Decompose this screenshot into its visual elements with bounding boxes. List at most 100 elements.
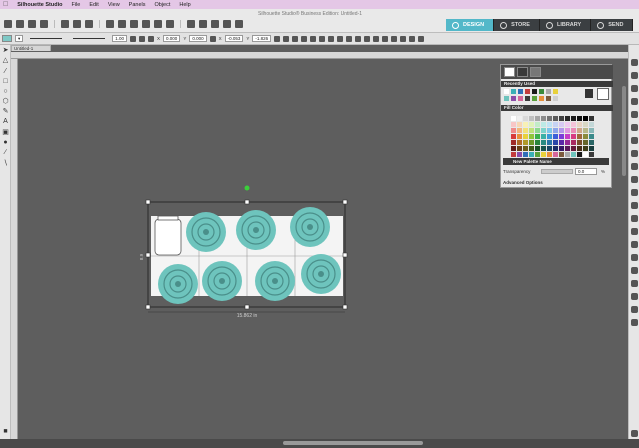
color-swatch[interactable] xyxy=(535,140,540,145)
close-icon[interactable] xyxy=(418,35,425,42)
fill-pattern-tab[interactable] xyxy=(530,67,541,77)
color-swatch[interactable] xyxy=(571,152,576,157)
knife-tool-icon[interactable]: ∕ xyxy=(2,149,9,156)
color-swatch[interactable] xyxy=(547,116,552,121)
color-swatch[interactable] xyxy=(517,116,522,121)
color-swatch[interactable] xyxy=(571,134,576,139)
point-edit-icon[interactable]: △ xyxy=(2,57,9,64)
color-swatch[interactable] xyxy=(529,134,534,139)
color-swatch[interactable] xyxy=(571,122,576,127)
print-icon[interactable] xyxy=(40,20,48,28)
color-swatch[interactable] xyxy=(529,116,534,121)
y-offset-input[interactable]: -1.826 xyxy=(252,35,272,42)
replicate-panel-icon[interactable] xyxy=(631,150,638,157)
lock-aspect-icon[interactable] xyxy=(274,35,281,42)
color-swatch[interactable] xyxy=(504,89,509,94)
zoom-out-icon[interactable] xyxy=(199,20,207,28)
eraser-tool-icon[interactable]: ● xyxy=(2,139,9,146)
tab-design[interactable]: DESIGN xyxy=(446,19,495,31)
color-swatch[interactable] xyxy=(539,89,544,94)
polygon-tool-icon[interactable]: ⬡ xyxy=(2,98,9,105)
copy-icon[interactable] xyxy=(73,20,81,28)
tab-send[interactable]: SEND xyxy=(591,19,634,31)
vertical-scrollbar[interactable] xyxy=(622,86,626,176)
pan-icon[interactable] xyxy=(223,20,231,28)
color-swatch[interactable] xyxy=(589,152,594,157)
delete-icon[interactable] xyxy=(166,20,174,28)
color-swatch[interactable] xyxy=(511,128,516,133)
color-swatch[interactable] xyxy=(553,146,558,151)
color-swatch[interactable] xyxy=(532,96,537,101)
new-file-icon[interactable] xyxy=(4,20,12,28)
weld-icon[interactable] xyxy=(319,35,326,42)
layers-panel-icon[interactable] xyxy=(631,202,638,209)
rolled-flower-6[interactable] xyxy=(254,260,296,302)
transform-icon[interactable] xyxy=(148,35,155,42)
color-swatch[interactable] xyxy=(511,134,516,139)
jar-lid-shape[interactable] xyxy=(157,215,179,221)
arrange-front-icon[interactable] xyxy=(301,35,308,42)
jar-shape[interactable] xyxy=(154,218,182,256)
color-swatch[interactable] xyxy=(583,128,588,133)
ungroup-icon[interactable] xyxy=(142,20,150,28)
transparency-input[interactable]: 0.0 xyxy=(575,168,597,175)
color-swatch[interactable] xyxy=(523,122,528,127)
page-setup-icon[interactable] xyxy=(631,59,638,66)
color-swatch[interactable] xyxy=(547,152,552,157)
color-swatch[interactable] xyxy=(571,146,576,151)
text-tool-icon[interactable]: A xyxy=(2,118,9,125)
app-menu[interactable]: Silhouette Studio xyxy=(17,2,62,8)
color-swatch[interactable] xyxy=(529,140,534,145)
color-swatch[interactable] xyxy=(517,122,522,127)
color-swatch[interactable] xyxy=(529,152,534,157)
color-swatch[interactable] xyxy=(571,128,576,133)
color-swatch[interactable] xyxy=(523,116,528,121)
color-swatch[interactable] xyxy=(511,140,516,145)
compound-path-icon[interactable] xyxy=(364,35,371,42)
color-swatch[interactable] xyxy=(547,140,552,145)
line-weight-input[interactable]: 1.00 xyxy=(112,35,128,42)
horizontal-scrollbar[interactable] xyxy=(283,441,423,445)
color-swatch[interactable] xyxy=(559,134,564,139)
color-swatch[interactable] xyxy=(511,116,516,121)
color-swatch[interactable] xyxy=(523,152,528,157)
color-swatch[interactable] xyxy=(541,134,546,139)
color-swatch[interactable] xyxy=(546,96,551,101)
rolled-flower-2[interactable] xyxy=(235,209,277,251)
color-swatch[interactable] xyxy=(553,116,558,121)
color-swatch[interactable] xyxy=(541,140,546,145)
color-swatch[interactable] xyxy=(541,152,546,157)
x-position-input[interactable]: 0.000 xyxy=(163,35,181,42)
color-swatch[interactable] xyxy=(529,122,534,127)
color-swatch[interactable] xyxy=(565,134,570,139)
color-swatch[interactable] xyxy=(517,134,522,139)
color-swatch[interactable] xyxy=(523,134,528,139)
save-icon[interactable] xyxy=(28,20,36,28)
cut-icon[interactable] xyxy=(61,20,69,28)
color-swatch[interactable] xyxy=(577,152,582,157)
line-style-sample[interactable] xyxy=(30,38,63,39)
color-swatch[interactable] xyxy=(571,140,576,145)
color-swatch[interactable] xyxy=(565,152,570,157)
offset-panel-icon[interactable] xyxy=(631,176,638,183)
rolled-flower-5[interactable] xyxy=(201,260,243,302)
bottom-tool-icon[interactable]: ■ xyxy=(2,428,9,435)
color-swatch[interactable] xyxy=(577,140,582,145)
eyedropper-icon[interactable] xyxy=(585,89,593,98)
color-swatch[interactable] xyxy=(541,146,546,151)
color-swatch[interactable] xyxy=(553,152,558,157)
color-swatch[interactable] xyxy=(525,89,530,94)
align-icon[interactable] xyxy=(130,35,137,42)
color-swatch[interactable] xyxy=(535,152,540,157)
color-swatch[interactable] xyxy=(511,122,516,127)
tab-library[interactable]: LIBRARY xyxy=(539,19,592,31)
trace-panel-icon[interactable] xyxy=(631,189,638,196)
rolled-flower-1[interactable] xyxy=(185,211,227,253)
undo-icon[interactable] xyxy=(106,20,114,28)
color-swatch[interactable] xyxy=(539,96,544,101)
tab-store[interactable]: STORE xyxy=(494,19,540,31)
color-swatch[interactable] xyxy=(589,140,594,145)
group-icon[interactable] xyxy=(130,20,138,28)
nest-icon[interactable] xyxy=(373,35,380,42)
color-swatch[interactable] xyxy=(553,128,558,133)
